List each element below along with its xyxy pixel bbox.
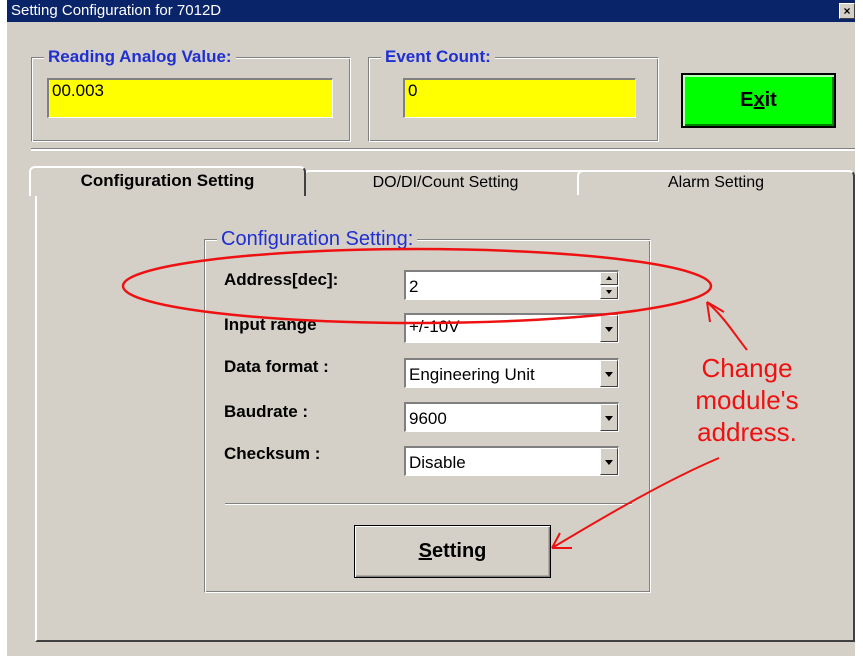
exit-label-post: it — [764, 89, 777, 111]
chevron-down-icon[interactable] — [600, 315, 618, 342]
setting-button[interactable]: Setting — [354, 525, 551, 578]
checksum-label: Checksum : — [224, 444, 321, 463]
spin-down-icon[interactable] — [600, 286, 618, 299]
tab-do-di-count-setting[interactable]: DO/DI/Count Setting — [303, 170, 588, 195]
chevron-down-icon[interactable] — [600, 360, 618, 387]
chevron-down-icon[interactable] — [600, 404, 618, 431]
data-format-label: Data format : — [224, 357, 329, 376]
input-range-value: +/-10V — [409, 317, 460, 336]
baudrate-select[interactable]: 9600 — [404, 402, 619, 432]
address-value: 2 — [409, 277, 419, 296]
event-count-value: 0 — [403, 78, 636, 118]
configuration-setting-group-label: Configuration Setting: — [217, 227, 418, 251]
baudrate-label: Baudrate : — [224, 402, 309, 421]
annotation-line-3: address. — [697, 417, 797, 447]
settings-dialog: Setting Configuration for 7012D × Readin… — [7, 0, 855, 656]
setting-label-accel: S — [418, 540, 432, 562]
exit-label-pre: E — [740, 89, 754, 111]
spin-up-icon[interactable] — [600, 272, 618, 285]
checksum-value: Disable — [409, 453, 466, 472]
reading-analog-label: Reading Analog Value: — [44, 47, 236, 67]
data-format-value: Engineering Unit — [409, 365, 535, 384]
title-bar: Setting Configuration for 7012D × — [7, 0, 855, 22]
event-count-label: Event Count: — [381, 47, 495, 67]
exit-label-accel: x — [753, 89, 765, 111]
reading-analog-value-text: 00.003 — [52, 81, 104, 100]
reading-analog-group: Reading Analog Value: 00.003 — [31, 47, 351, 142]
inner-separator — [225, 503, 632, 505]
close-icon[interactable]: × — [839, 3, 855, 19]
event-count-group: Event Count: 0 — [368, 47, 659, 142]
data-format-select[interactable]: Engineering Unit — [404, 358, 619, 388]
baudrate-value: 9600 — [409, 409, 447, 428]
event-count-value-text: 0 — [408, 81, 418, 100]
annotation-text: Change module's address. — [657, 352, 837, 448]
window-title: Setting Configuration for 7012D — [11, 2, 222, 19]
input-range-label: Input range — [224, 315, 317, 334]
chevron-down-icon[interactable] — [600, 448, 618, 475]
separator — [31, 148, 855, 151]
reading-analog-value: 00.003 — [47, 78, 333, 118]
setting-label-post: etting — [431, 540, 487, 562]
annotation-line-1: Change — [701, 353, 793, 383]
checksum-select[interactable]: Disable — [404, 446, 619, 476]
annotation-line-2: module's — [695, 385, 799, 415]
address-label: Address[dec]: — [224, 270, 339, 289]
input-range-select[interactable]: +/-10V — [404, 313, 619, 343]
address-spinner[interactable]: 2 — [404, 270, 619, 300]
tab-configuration-setting[interactable]: Configuration Setting — [29, 166, 306, 196]
exit-button[interactable]: Exit — [681, 73, 836, 128]
tab-alarm-setting[interactable]: Alarm Setting — [577, 170, 855, 195]
